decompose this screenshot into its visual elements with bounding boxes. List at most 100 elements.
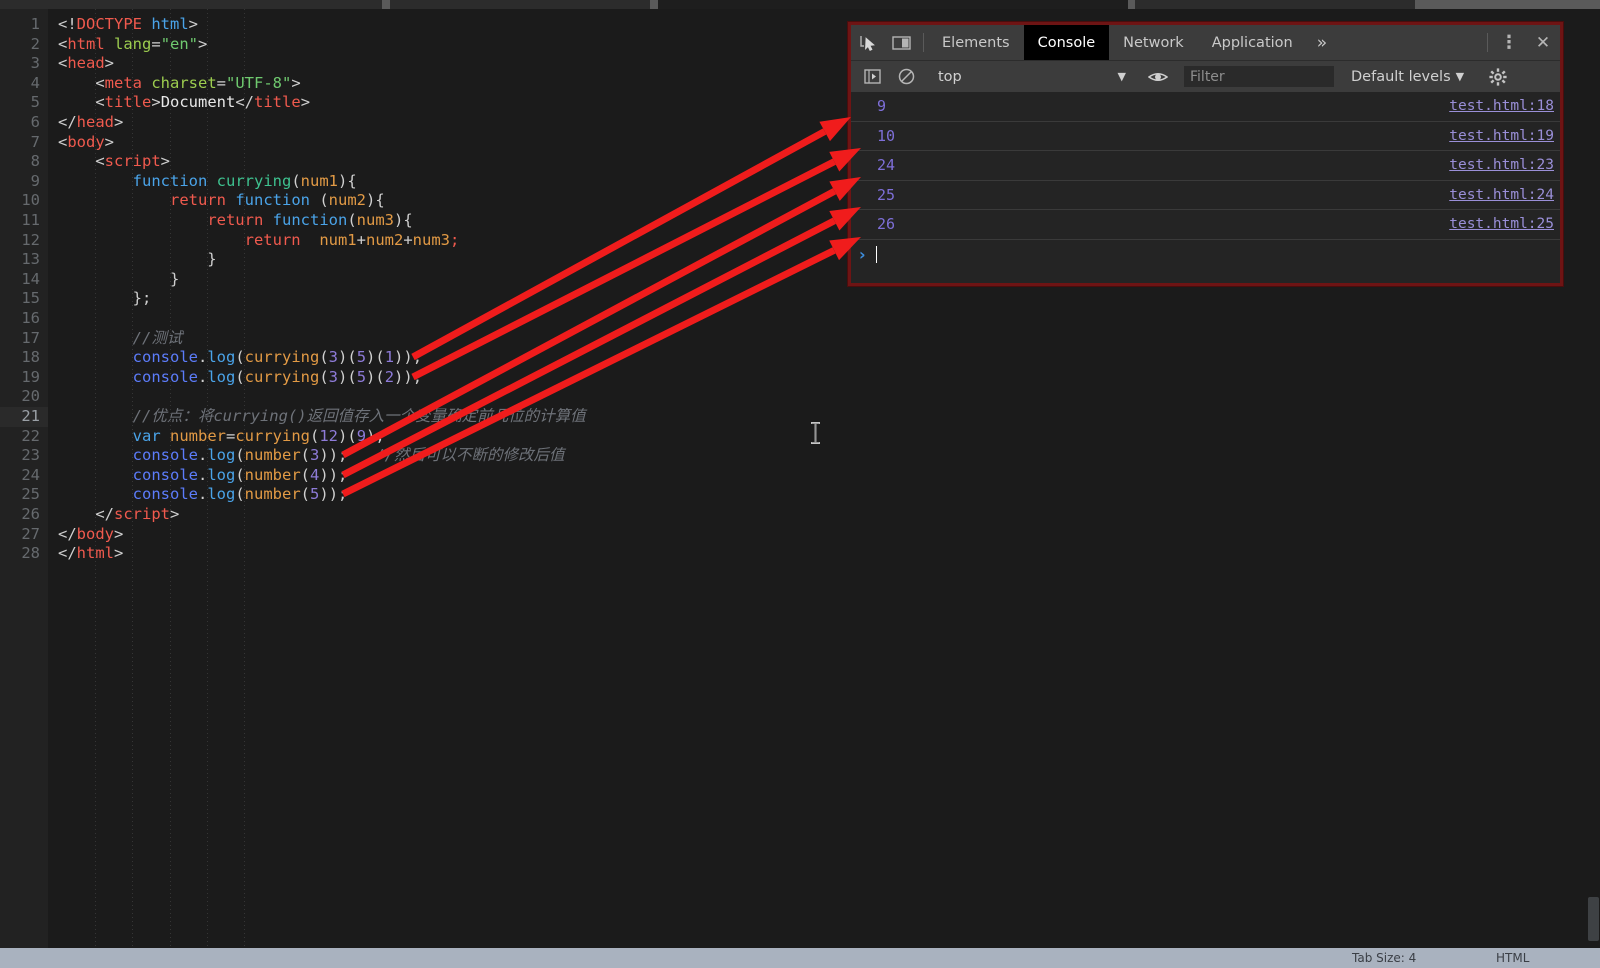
execution-context-select[interactable]: top ▼: [932, 66, 1132, 88]
editor-tab-0[interactable]: [0, 0, 82, 9]
editor-tab-4[interactable]: [1135, 0, 1415, 9]
code-line[interactable]: console.log(currying(3)(5)(1));: [58, 348, 422, 368]
console-message-list[interactable]: 9 test.html:18 10 test.html:19 24 test.html:2…: [851, 92, 1560, 282]
chevron-down-icon: ▼: [1117, 70, 1126, 83]
editor-tab-2[interactable]: [390, 0, 650, 9]
code-line[interactable]: </body>: [58, 525, 123, 545]
more-tabs-icon[interactable]: »: [1307, 25, 1337, 60]
status-language-mode[interactable]: HTML: [1496, 951, 1529, 965]
status-tab-size[interactable]: Tab Size: 4: [1352, 951, 1416, 965]
console-message-row[interactable]: 10 test.html:19: [851, 122, 1560, 151]
line-number: 25: [21, 485, 40, 504]
line-number: 26: [21, 505, 40, 523]
code-line[interactable]: return function (num2){: [58, 191, 385, 211]
line-number: 4: [30, 73, 40, 92]
console-message-row[interactable]: 24 test.html:23: [851, 151, 1560, 181]
close-icon[interactable]: ✕: [1526, 25, 1560, 60]
line-number: 6: [30, 113, 40, 131]
code-line[interactable]: console.log(currying(3)(5)(2));: [58, 368, 422, 388]
code-line[interactable]: </html>: [58, 544, 123, 564]
console-prompt-chevron-icon: ›: [859, 245, 866, 264]
code-line[interactable]: <body>: [58, 133, 114, 153]
code-line[interactable]: //测试: [58, 329, 183, 349]
execution-context-value: top: [938, 68, 962, 85]
toolbar-divider-right: [1487, 33, 1488, 52]
console-source-link[interactable]: test.html:18: [1449, 98, 1554, 114]
line-number: 10: [21, 191, 40, 210]
log-level-select[interactable]: Default levels ▼: [1343, 69, 1472, 85]
console-prompt-caret: [875, 246, 877, 263]
line-number: 19: [21, 367, 40, 386]
console-message-value: 9: [877, 97, 887, 116]
line-number: 12: [21, 230, 40, 249]
console-message-value: 10: [877, 126, 896, 145]
line-number: 2: [30, 34, 40, 53]
editor-tab-3[interactable]: [658, 0, 1128, 9]
status-bar[interactable]: Tab Size: 4 HTML: [0, 948, 1600, 968]
code-line[interactable]: <html lang="en">: [58, 35, 207, 55]
console-filter-input[interactable]: [1184, 66, 1334, 87]
code-line[interactable]: return function(num3){: [58, 211, 412, 231]
console-message-row[interactable]: 9 test.html:18: [851, 92, 1560, 122]
code-line[interactable]: console.log(number(4));: [58, 466, 348, 486]
gear-icon[interactable]: [1481, 67, 1515, 86]
console-sidebar-toggle-icon[interactable]: [855, 69, 889, 84]
code-line[interactable]: <script>: [58, 152, 170, 172]
code-line[interactable]: console.log(number(3)); //然后可以不断的修改后值: [58, 446, 565, 466]
devtools-panel[interactable]: Elements Console Network Application » ⋮…: [848, 22, 1563, 286]
code-line[interactable]: var number=currying(12)(9);: [58, 427, 385, 447]
line-number: 28: [21, 544, 40, 563]
console-source-link[interactable]: test.html:19: [1449, 128, 1554, 144]
editor-tab-1[interactable]: [82, 0, 382, 9]
line-number: 21: [21, 407, 40, 425]
live-expression-eye-icon[interactable]: [1141, 70, 1175, 84]
line-number: 9: [30, 171, 40, 190]
console-message-value: 26: [877, 215, 896, 234]
editor-vertical-scrollbar[interactable]: [1586, 9, 1600, 948]
line-number: 20: [21, 387, 40, 406]
tab-application[interactable]: Application: [1198, 25, 1307, 60]
code-line[interactable]: function currying(num1){: [58, 172, 357, 192]
editor-scrollbar-thumb[interactable]: [1588, 897, 1599, 941]
line-number: 27: [21, 524, 40, 543]
toolbar-divider: [923, 33, 924, 52]
clear-console-icon[interactable]: [889, 68, 923, 85]
line-number: 14: [21, 269, 40, 288]
console-prompt-row[interactable]: ›: [851, 240, 1560, 270]
inspect-element-icon[interactable]: [851, 25, 885, 60]
code-line[interactable]: //优点：将currying()返回值存入一个变量确定前几位的计算值: [58, 407, 586, 427]
console-message-row[interactable]: 26 test.html:25: [851, 210, 1560, 240]
line-number: 15: [21, 289, 40, 308]
console-source-link[interactable]: test.html:25: [1449, 216, 1554, 232]
code-line[interactable]: }: [58, 270, 179, 290]
code-line[interactable]: </script>: [58, 505, 179, 525]
code-line[interactable]: };: [58, 289, 152, 309]
line-number-gutter: 1 2 3 4 5 6 7 8 9 10 11 12 13 14 15 16 17 18 19 20 21 22 23 24 2…: [0, 9, 48, 948]
console-source-link[interactable]: test.html:24: [1449, 187, 1554, 203]
devtools-tab-bar[interactable]: Elements Console Network Application » ⋮…: [851, 25, 1560, 60]
code-line[interactable]: console.log(number(5));: [58, 485, 348, 505]
tab-network[interactable]: Network: [1109, 25, 1198, 60]
console-toolbar[interactable]: top ▼ Default levels ▼: [851, 60, 1560, 92]
editor-tab-strip[interactable]: [0, 0, 1600, 9]
device-toolbar-toggle-icon[interactable]: [885, 25, 919, 60]
chevron-down-icon-levels: ▼: [1455, 70, 1465, 83]
line-number: 22: [21, 426, 40, 445]
console-message-row[interactable]: 25 test.html:24: [851, 181, 1560, 210]
tab-console[interactable]: Console: [1023, 25, 1110, 60]
code-line[interactable]: <meta charset="UTF-8">: [58, 74, 300, 94]
console-message-value: 24: [877, 156, 896, 175]
code-line[interactable]: }: [58, 250, 216, 270]
code-line[interactable]: return num1+num2+num3;: [58, 231, 460, 251]
kebab-menu-icon[interactable]: ⋮: [1492, 25, 1526, 60]
console-source-link[interactable]: test.html:23: [1449, 157, 1554, 173]
tab-elements[interactable]: Elements: [928, 25, 1024, 60]
code-line[interactable]: </head>: [58, 113, 123, 133]
line-number: 1: [30, 15, 40, 33]
code-line[interactable]: <!DOCTYPE html>: [58, 15, 198, 35]
code-line[interactable]: <head>: [58, 54, 114, 74]
line-number: 23: [21, 446, 40, 465]
code-line[interactable]: <title>Document</title>: [58, 93, 310, 113]
line-number: 3: [30, 54, 40, 73]
line-number: 17: [21, 328, 40, 347]
